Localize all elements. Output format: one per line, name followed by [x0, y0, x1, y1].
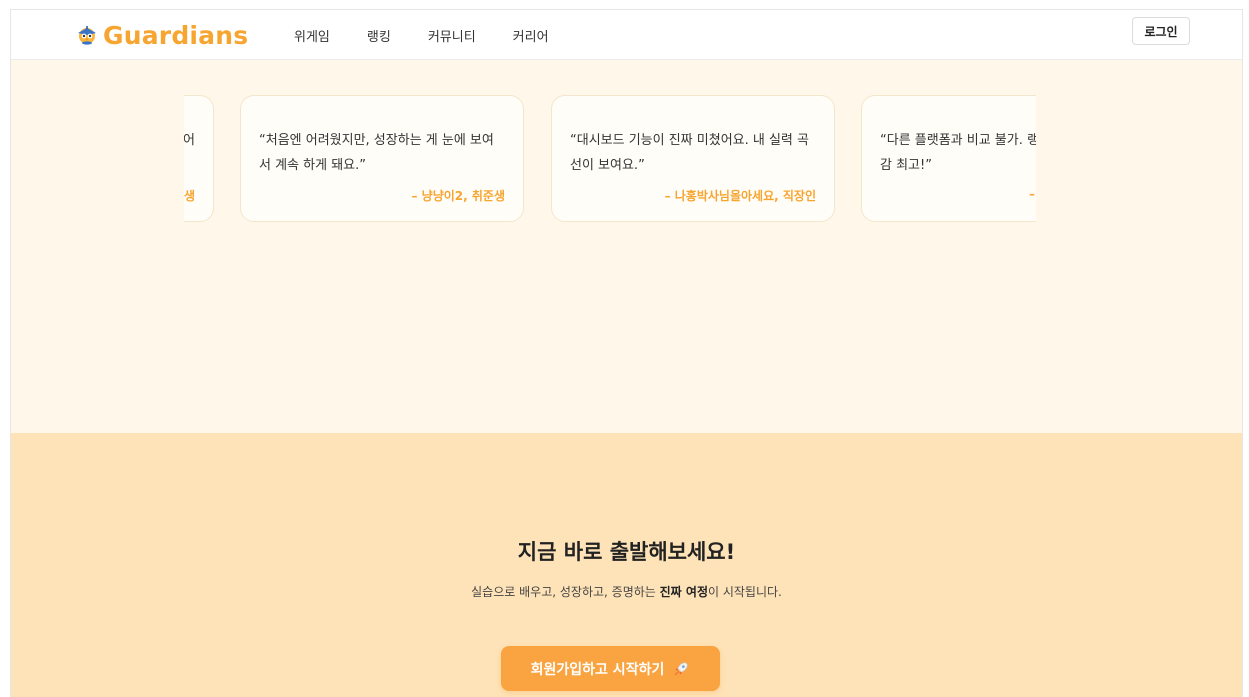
brand-logo[interactable]: Guardians — [75, 18, 248, 52]
testimonial-author: – — [1029, 187, 1035, 201]
login-button[interactable]: 로그인 — [1132, 17, 1190, 45]
cta-subtitle: 실습으로 배우고, 성장하고, 증명하는 진짜 여정이 시작됩니다. — [11, 583, 1242, 600]
cta-subtitle-bold: 진짜 여정 — [659, 585, 708, 599]
testimonial-author: – 나홍박사님올아세요, 직장인 — [664, 189, 816, 203]
testimonial-quote: “대시보드 기능이 진짜 미쳤어요. 내 실력 곡선이 보여요.” — [570, 133, 809, 173]
testimonial-carousel[interactable]: 어 생 “처음엔 어려웠지만, 성장하는 게 눈에 보여서 계속 하게 돼요.”… — [184, 95, 1036, 223]
signup-start-button[interactable]: 회원가입하고 시작하기 — [501, 646, 720, 691]
testimonial-quote: “다른 플랫폼과 비교 불가. 랭킹 감 최고!” — [880, 133, 1036, 173]
testimonial-card: “대시보드 기능이 진짜 미쳤어요. 내 실력 곡선이 보여요.” – 나홍박사… — [551, 95, 835, 222]
cta-subtitle-pre: 실습으로 배우고, 성장하고, 증명하는 — [471, 585, 660, 599]
nav-item-wargame[interactable]: 위게임 — [294, 26, 330, 45]
testimonial-quote: 어 — [184, 133, 195, 148]
nav-item-ranking[interactable]: 랭킹 — [367, 26, 391, 45]
page-frame: Guardians 위게임 랭킹 커뮤니티 커리어 로그인 어 생 “처음엔 어… — [10, 9, 1243, 697]
main-nav: 위게임 랭킹 커뮤니티 커리어 — [294, 10, 586, 60]
rocket-icon — [675, 661, 688, 675]
cta-title: 지금 바로 출발해보세요! — [517, 540, 736, 564]
top-header: Guardians 위게임 랭킹 커뮤니티 커리어 로그인 — [11, 10, 1242, 60]
testimonial-card: “처음엔 어려웠지만, 성장하는 게 눈에 보여서 계속 하게 돼요.” – 냥… — [240, 95, 524, 222]
testimonial-card: 어 생 — [184, 95, 214, 222]
testimonial-card: “다른 플랫폼과 비교 불가. 랭킹 감 최고!” – — [861, 95, 1036, 222]
nav-item-career[interactable]: 커리어 — [513, 26, 549, 45]
signup-button-label: 회원가입하고 시작하기 — [530, 661, 665, 678]
cta-section: 지금 바로 출발해보세요! 실습으로 배우고, 성장하고, 증명하는 진짜 여정… — [11, 433, 1242, 697]
brand-name: Guardians — [103, 20, 249, 50]
owl-logo-icon — [78, 26, 96, 45]
cta-subtitle-post: 이 시작됩니다. — [707, 585, 782, 599]
nav-item-community[interactable]: 커뮤니티 — [428, 26, 476, 45]
testimonial-author: 생 — [184, 189, 195, 203]
testimonial-quote: “처음엔 어려웠지만, 성장하는 게 눈에 보여서 계속 하게 돼요.” — [259, 133, 494, 173]
testimonial-author: – 냥냥이2, 취준생 — [411, 189, 505, 203]
